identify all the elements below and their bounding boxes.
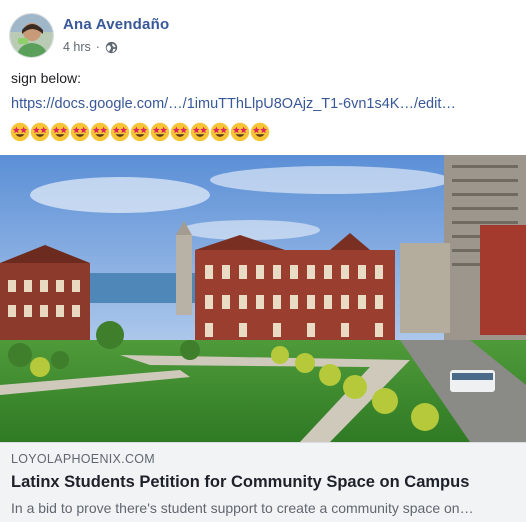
globe-icon[interactable] xyxy=(105,41,118,54)
star-struck-emoji xyxy=(70,122,90,142)
star-struck-emoji xyxy=(170,122,190,142)
star-struck-emoji xyxy=(30,122,50,142)
separator-dot: · xyxy=(95,40,100,54)
star-struck-emoji xyxy=(230,122,250,142)
timestamp[interactable]: 4 hrs xyxy=(63,40,91,54)
preview-description: In a bid to prove there's student suppor… xyxy=(11,500,474,516)
avatar[interactable] xyxy=(9,13,54,58)
star-struck-emoji xyxy=(50,122,70,142)
author-name[interactable]: Ana Avendaño xyxy=(63,16,169,33)
star-struck-emoji xyxy=(150,122,170,142)
preview-title[interactable]: Latinx Students Petition for Community S… xyxy=(11,473,469,492)
star-struck-emoji xyxy=(190,122,210,142)
star-struck-emoji xyxy=(110,122,130,142)
star-struck-emoji xyxy=(130,122,150,142)
post-text: sign below: xyxy=(11,70,82,86)
facebook-post: Ana Avendaño 4 hrs · sign below: https:/… xyxy=(0,0,526,522)
star-struck-emoji xyxy=(210,122,230,142)
post-link[interactable]: https://docs.google.com/…/1imuTThLlpU8OA… xyxy=(11,96,516,112)
link-preview-image[interactable] xyxy=(0,155,526,442)
preview-domain: LOYOLAPHOENIX.COM xyxy=(11,452,156,466)
post-meta: 4 hrs · xyxy=(63,40,118,54)
emoji-row xyxy=(10,122,270,142)
star-struck-emoji xyxy=(90,122,110,142)
link-preview-meta[interactable]: LOYOLAPHOENIX.COM Latinx Students Petiti… xyxy=(0,442,526,522)
star-struck-emoji xyxy=(10,122,30,142)
star-struck-emoji xyxy=(250,122,270,142)
